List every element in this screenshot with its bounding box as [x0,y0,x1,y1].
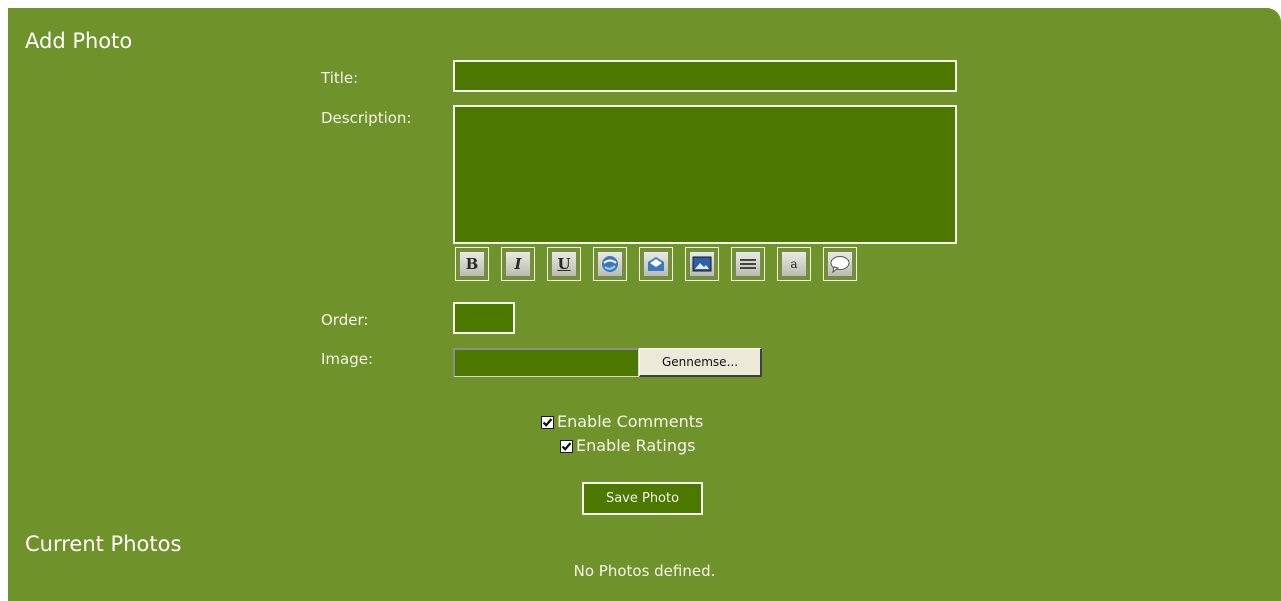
order-input[interactable] [453,302,515,334]
quote-button[interactable] [823,247,857,281]
enable-ratings-label: Enable Ratings [576,436,696,455]
save-photo-button[interactable]: Save Photo [582,482,703,515]
font-button[interactable]: a [777,247,811,281]
image-label: Image: [321,350,374,368]
font-icon: a [781,251,807,277]
enable-comments-label: Enable Comments [557,412,704,431]
photo-panel: Add Photo Title: Description: B I U a Or… [8,8,1281,601]
image-button[interactable] [685,247,719,281]
description-textarea[interactable] [453,105,957,244]
underline-icon: U [551,251,577,277]
title-input[interactable] [453,60,957,92]
link-icon [597,251,623,277]
checkmark-icon [542,417,553,427]
align-icon [735,251,761,277]
link-button[interactable] [593,247,627,281]
no-photos-message: No Photos defined. [573,562,716,580]
enable-comments-checkbox[interactable] [541,415,554,429]
title-label: Title: [321,69,359,87]
add-photo-heading: Add Photo [25,29,133,53]
order-label: Order: [321,311,369,329]
enable-ratings-checkbox[interactable] [560,439,573,453]
enable-comments-row: Enable Comments [541,412,703,432]
description-label: Description: [321,109,412,127]
browse-button[interactable]: Gennemse... [639,348,762,377]
italic-button[interactable]: I [501,247,535,281]
current-photos-heading: Current Photos [25,532,182,556]
bold-button[interactable]: B [455,247,489,281]
checkmark-icon [561,441,572,451]
email-icon [643,251,669,277]
italic-icon: I [505,251,531,277]
quote-icon [827,251,853,277]
enable-ratings-row: Enable Ratings [560,436,696,456]
underline-button[interactable]: U [547,247,581,281]
image-icon [689,251,715,277]
align-button[interactable] [731,247,765,281]
email-button[interactable] [639,247,673,281]
image-file-input[interactable] [453,348,639,377]
bold-icon: B [459,251,485,277]
